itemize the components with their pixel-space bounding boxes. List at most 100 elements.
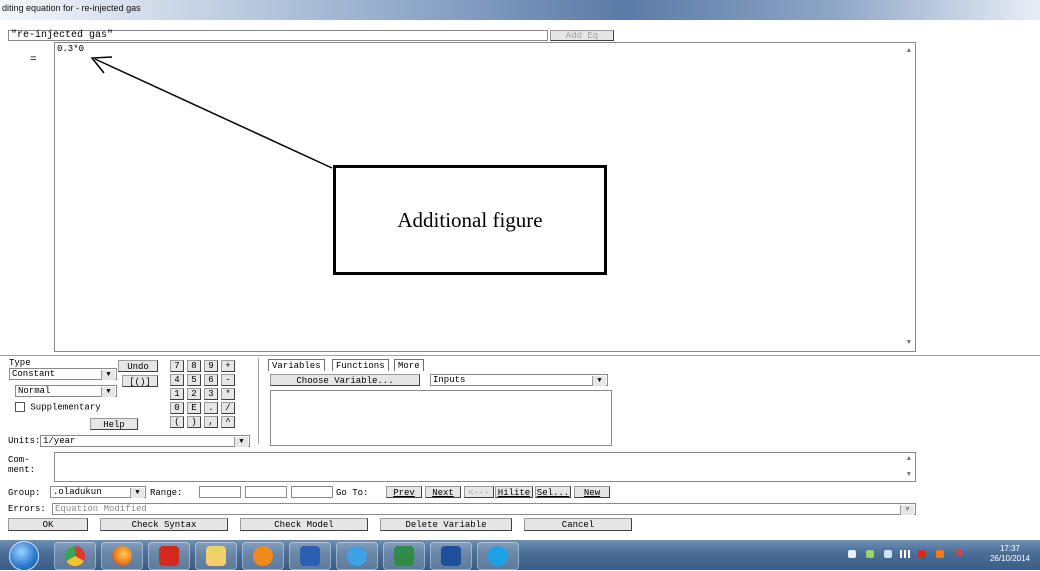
tray-icon[interactable] — [866, 550, 874, 558]
brackets-button[interactable]: [()] — [122, 375, 158, 387]
chevron-down-icon[interactable]: ▼ — [592, 376, 606, 386]
excel-icon[interactable] — [383, 542, 425, 570]
range-label: Range: — [150, 488, 183, 498]
variable-list-select[interactable]: Inputs ▼ — [430, 374, 608, 386]
word-icon[interactable] — [289, 542, 331, 570]
range-max-field[interactable] — [245, 486, 287, 498]
key-dot[interactable]: . — [204, 402, 218, 414]
hilite-button[interactable]: Hilite — [495, 486, 533, 498]
type-select[interactable]: Constant ▼ — [9, 368, 117, 380]
key-7[interactable]: 7 — [170, 360, 184, 372]
panel-divider — [258, 358, 259, 444]
group-label: Group: — [8, 488, 41, 498]
supplementary-label: Supplementary — [30, 402, 101, 413]
clock-date: 26/10/2014 — [989, 554, 1031, 563]
key-2[interactable]: 2 — [187, 388, 201, 400]
key-4[interactable]: 4 — [170, 374, 184, 386]
folder-icon[interactable] — [195, 542, 237, 570]
back-button[interactable]: <--- — [464, 486, 494, 498]
undo-button[interactable]: Undo — [118, 360, 158, 372]
key-0[interactable]: 0 — [170, 402, 184, 414]
key-multiply[interactable]: * — [221, 388, 235, 400]
system-clock[interactable]: 17:37 26/10/2014 — [982, 544, 1038, 564]
ok-button[interactable]: OK — [8, 518, 88, 531]
key-6[interactable]: 6 — [204, 374, 218, 386]
check-syntax-button[interactable]: Check Syntax — [100, 518, 228, 531]
clock-time: 17:37 — [999, 544, 1021, 553]
annotation-arrow-icon — [90, 56, 333, 169]
cancel-button[interactable]: Cancel — [524, 518, 632, 531]
firefox-icon[interactable] — [101, 542, 143, 570]
divider — [0, 355, 1040, 356]
tab-variables[interactable]: Variables — [268, 359, 325, 371]
units-select[interactable]: 1/year ▼ — [40, 435, 250, 447]
annotation-label: Additional figure — [397, 207, 543, 232]
new-button[interactable]: New — [574, 486, 610, 498]
range-min-field[interactable] — [199, 486, 241, 498]
prev-button[interactable]: Prev — [386, 486, 422, 498]
variable-list-value: Inputs — [433, 375, 466, 385]
network-icon[interactable] — [900, 550, 910, 558]
mode-select[interactable]: Normal ▼ — [15, 385, 117, 397]
vensim-icon[interactable] — [430, 542, 472, 570]
tab-more[interactable]: More — [394, 359, 424, 371]
choose-variable-button[interactable]: Choose Variable... — [270, 374, 420, 386]
supplementary-checkbox[interactable]: Supplementary — [15, 402, 101, 412]
variable-listbox[interactable] — [270, 390, 612, 446]
key-minus[interactable]: - — [221, 374, 235, 386]
chevron-down-icon[interactable]: ▼ — [101, 387, 115, 397]
antivirus-icon[interactable]: N — [954, 547, 964, 559]
range-step-field[interactable] — [291, 486, 333, 498]
key-divide[interactable]: / — [221, 402, 235, 414]
key-comma[interactable]: , — [204, 416, 218, 428]
key-plus[interactable]: + — [221, 360, 235, 372]
delete-variable-button[interactable]: Delete Variable — [380, 518, 512, 531]
key-1[interactable]: 1 — [170, 388, 184, 400]
key-caret[interactable]: ^ — [221, 416, 235, 428]
chevron-down-icon[interactable]: ▼ — [900, 505, 914, 515]
key-9[interactable]: 9 — [204, 360, 218, 372]
goto-label: Go To: — [336, 488, 369, 498]
chevron-down-icon[interactable]: ▼ — [234, 437, 248, 447]
type-label: Type — [9, 358, 31, 368]
tab-functions[interactable]: Functions — [332, 359, 389, 371]
comment-field[interactable]: ▲ ▼ — [54, 452, 916, 482]
key-3[interactable]: 3 — [204, 388, 218, 400]
notification-icon[interactable] — [936, 550, 944, 558]
type-select-value: Constant — [12, 369, 56, 379]
chrome-icon[interactable] — [54, 542, 96, 570]
checkbox-box[interactable] — [15, 402, 25, 412]
comment-label-line1: Com- — [8, 455, 30, 465]
scroll-up-icon[interactable]: ▲ — [907, 455, 911, 463]
key-8[interactable]: 8 — [187, 360, 201, 372]
comment-label-line2: ment: — [8, 465, 36, 475]
media-player-icon[interactable] — [242, 542, 284, 570]
errors-label: Errors: — [8, 504, 46, 514]
mode-select-value: Normal — [18, 386, 51, 396]
help-button[interactable]: Help — [90, 418, 138, 430]
sel-button[interactable]: Sel... — [535, 486, 571, 498]
units-label: Units: — [8, 436, 41, 446]
group-select[interactable]: .oladukun ▼ — [50, 486, 146, 498]
key-5[interactable]: 5 — [187, 374, 201, 386]
chevron-down-icon[interactable]: ▼ — [101, 370, 115, 380]
check-model-button[interactable]: Check Model — [240, 518, 368, 531]
units-value: 1/year — [43, 436, 76, 446]
skype-icon[interactable] — [477, 542, 519, 570]
start-orb-icon[interactable] — [9, 541, 39, 571]
scroll-down-icon[interactable]: ▼ — [907, 471, 911, 479]
group-value: .oladukun — [53, 487, 102, 497]
acrobat-icon[interactable] — [148, 542, 190, 570]
internet-explorer-icon[interactable] — [336, 542, 378, 570]
key-open-paren[interactable]: ( — [170, 416, 184, 428]
shield-icon[interactable] — [884, 550, 892, 558]
taskbar: N 17:37 26/10/2014 — [0, 540, 1040, 571]
comment-label: Com- ment: — [8, 455, 35, 475]
next-button[interactable]: Next — [425, 486, 461, 498]
key-close-paren[interactable]: ) — [187, 416, 201, 428]
chevron-down-icon[interactable]: ▼ — [130, 488, 144, 498]
flag-icon[interactable] — [918, 550, 926, 558]
volume-icon[interactable] — [848, 550, 856, 558]
errors-field: Equation Modified ▼ — [52, 503, 916, 515]
key-e[interactable]: E — [187, 402, 201, 414]
